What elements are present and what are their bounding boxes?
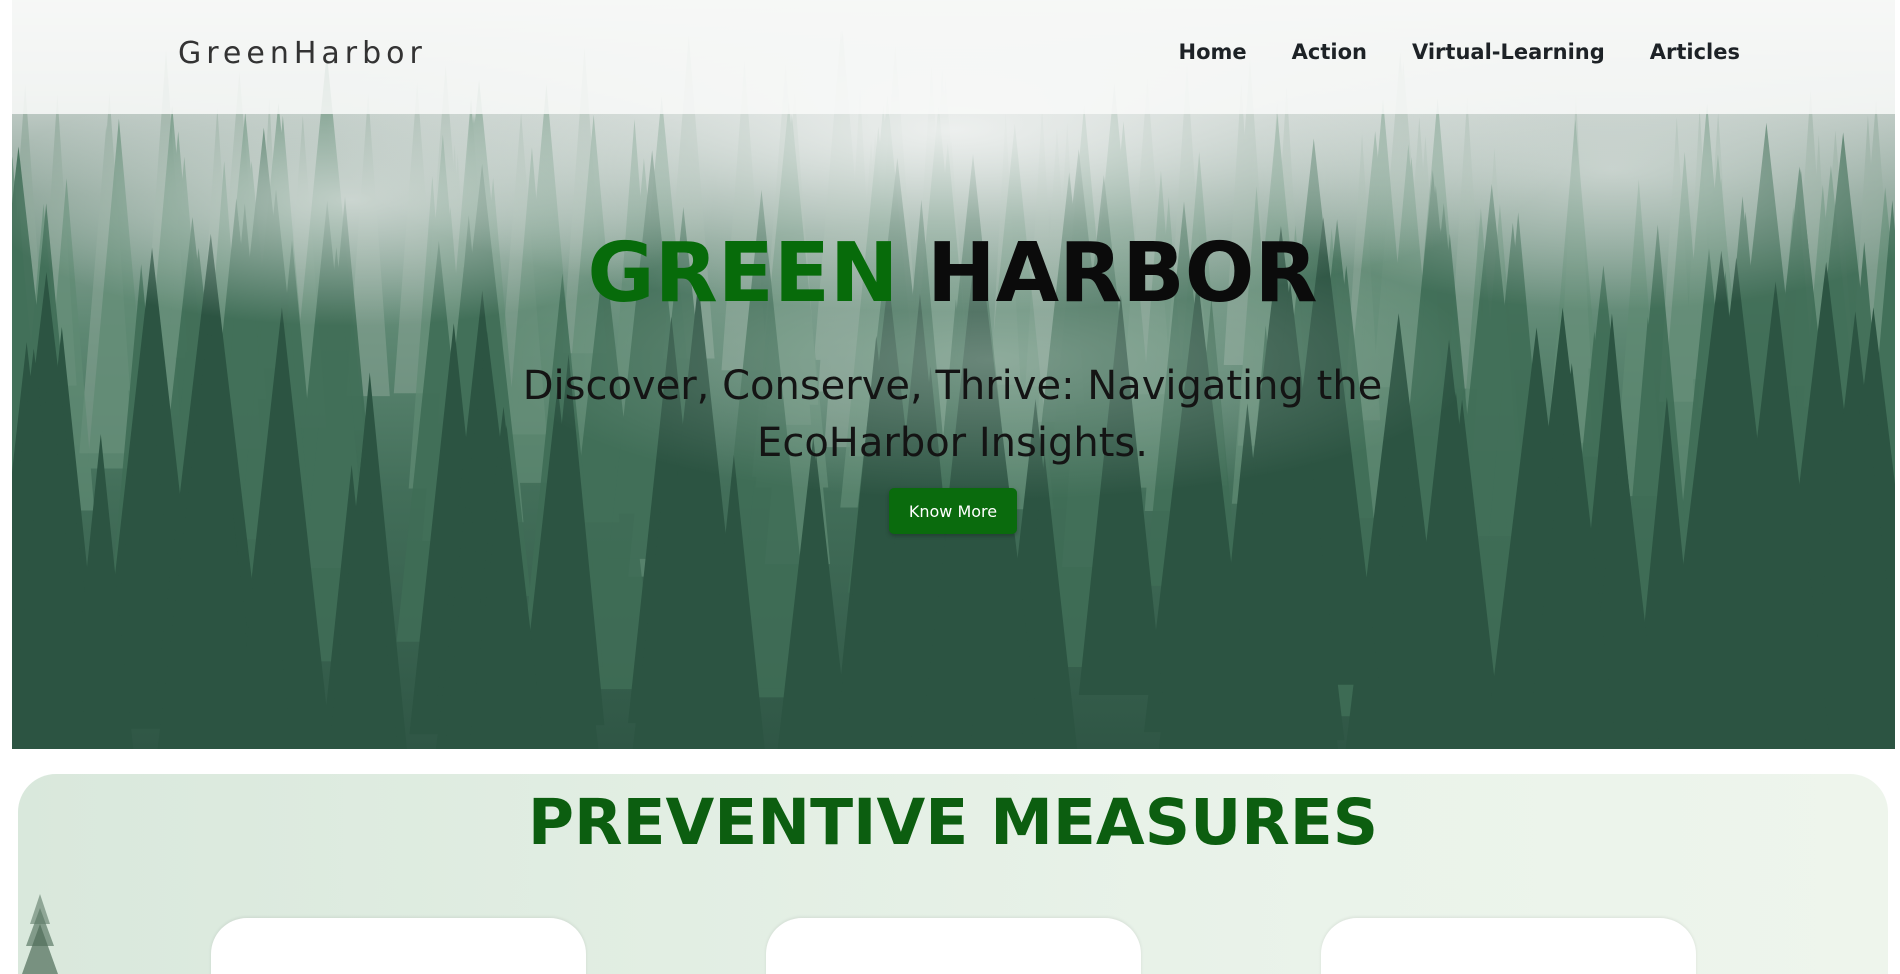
pine-tree-decoration-icon xyxy=(22,894,58,974)
measure-card[interactable] xyxy=(211,918,586,974)
know-more-button[interactable]: Know More xyxy=(889,488,1017,534)
hero-title: GREEN HARBOR xyxy=(0,226,1900,321)
logo-text: GreenHarbor xyxy=(178,35,427,71)
nav-home-link[interactable]: Home xyxy=(1179,40,1247,64)
nav-virtual-learning-link[interactable]: Virtual-Learning xyxy=(1412,40,1605,64)
hero-subtitle: Discover, Conserve, Thrive: Navigating t… xyxy=(522,363,1383,466)
nav-action-link[interactable]: Action xyxy=(1292,40,1367,64)
hero-title-green: GREEN xyxy=(587,226,899,321)
site-logo[interactable]: GreenHarbor xyxy=(178,35,427,71)
measure-card[interactable] xyxy=(1321,918,1696,974)
main-nav: Home Action Virtual-Learning Articles xyxy=(1179,40,1741,64)
hero-title-black: HARBOR xyxy=(927,226,1318,321)
preventive-measures-title: PREVENTIVE MEASURES xyxy=(527,786,1379,859)
preventive-measures-section: PREVENTIVE MEASURES xyxy=(18,774,1888,974)
measure-card[interactable] xyxy=(766,918,1141,974)
top-navbar: GreenHarbor Home Action Virtual-Learning… xyxy=(12,0,1895,114)
nav-articles-link[interactable]: Articles xyxy=(1650,40,1740,64)
